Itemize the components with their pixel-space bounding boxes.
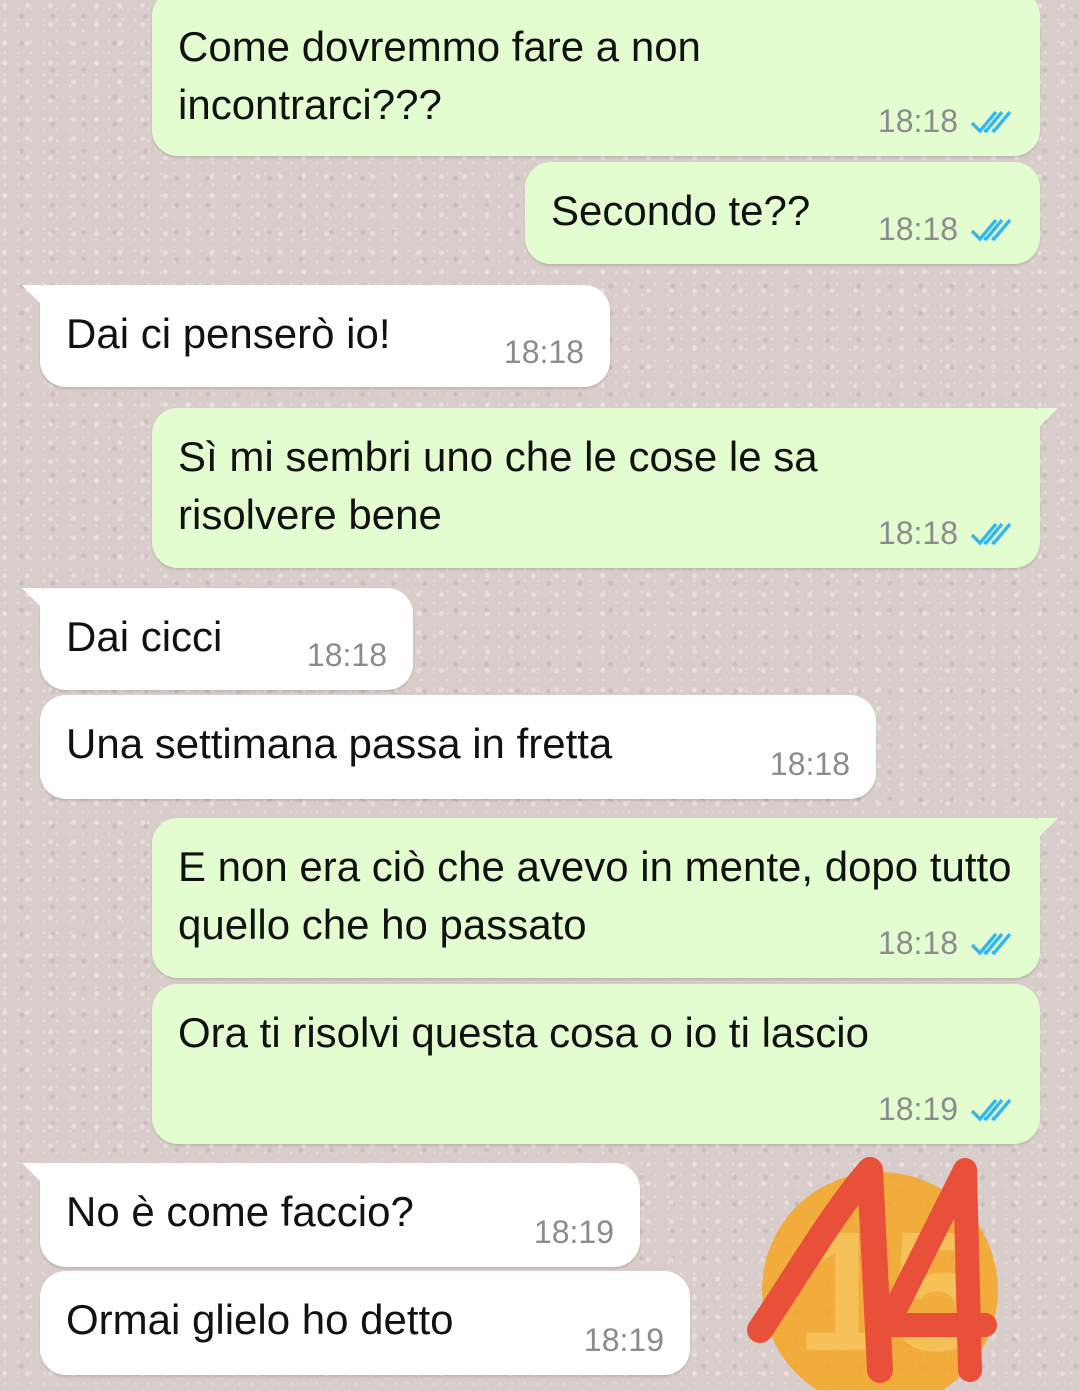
message-meta: 18:18 bbox=[878, 211, 1014, 248]
double-check-icon bbox=[970, 218, 1012, 242]
message-time: 18:19 bbox=[877, 1091, 958, 1127]
message-meta: 18:18 bbox=[307, 637, 387, 674]
message-time: 18:18 bbox=[503, 334, 584, 370]
message-time: 18:18 bbox=[877, 211, 958, 247]
message-time: 18:18 bbox=[877, 925, 958, 961]
message-time: 18:18 bbox=[877, 103, 958, 139]
message-meta: 18:19 bbox=[584, 1322, 664, 1359]
double-check-icon bbox=[970, 1098, 1012, 1122]
message-bubble-incoming[interactable]: Una settimana passa in fretta 18:18 bbox=[40, 695, 876, 799]
message-text: Sì mi sembri uno che le cose le sa risol… bbox=[178, 433, 818, 538]
message-text: No è come faccio? bbox=[66, 1188, 414, 1235]
message-text: Dai cicci bbox=[66, 613, 223, 660]
message-text: Ora ti risolvi questa cosa o io ti lasci… bbox=[178, 1009, 869, 1056]
message-time: 18:18 bbox=[769, 746, 850, 782]
message-bubble-outgoing[interactable]: Secondo te?? 18:18 bbox=[525, 162, 1040, 264]
double-check-icon bbox=[970, 932, 1012, 956]
message-bubble-outgoing[interactable]: Come dovremmo fare a non incontrarci??? … bbox=[152, 0, 1040, 156]
message-meta: 18:19 bbox=[878, 1091, 1014, 1128]
message-meta: 18:18 bbox=[770, 746, 850, 783]
message-bubble-outgoing[interactable]: Ora ti risolvi questa cosa o io ti lasci… bbox=[152, 984, 1040, 1144]
message-time: 18:19 bbox=[583, 1322, 664, 1358]
message-time: 18:19 bbox=[533, 1214, 614, 1250]
message-bubble-outgoing[interactable]: E non era ciò che avevo in mente, dopo t… bbox=[152, 818, 1058, 978]
double-check-icon bbox=[970, 522, 1012, 546]
message-meta: 18:18 bbox=[504, 334, 584, 371]
message-text: Come dovremmo fare a non incontrarci??? bbox=[178, 23, 701, 128]
message-bubble-incoming[interactable]: Dai ci penserò io! 18:18 bbox=[22, 285, 610, 387]
handwritten-number-overlay: 15 bbox=[747, 1157, 998, 1390]
message-bubble-incoming[interactable]: No è come faccio? 18:19 bbox=[22, 1163, 640, 1267]
message-meta: 18:19 bbox=[534, 1214, 614, 1251]
message-meta: 18:18 bbox=[878, 515, 1014, 552]
message-bubble-incoming[interactable]: Dai cicci 18:18 bbox=[22, 588, 413, 690]
message-bubble-outgoing[interactable]: Sì mi sembri uno che le cose le sa risol… bbox=[152, 408, 1058, 568]
message-text: Secondo te?? bbox=[551, 187, 811, 234]
message-meta: 18:18 bbox=[878, 925, 1014, 962]
message-time: 18:18 bbox=[306, 637, 387, 673]
message-text: Dai ci penserò io! bbox=[66, 310, 391, 357]
message-text: Ormai glielo ho detto bbox=[66, 1296, 454, 1343]
message-time: 18:18 bbox=[877, 515, 958, 551]
message-meta: 18:18 bbox=[878, 103, 1014, 140]
message-text: Una settimana passa in fretta bbox=[66, 720, 613, 767]
message-bubble-incoming[interactable]: Ormai glielo ho detto 18:19 bbox=[40, 1271, 690, 1375]
double-check-icon bbox=[970, 110, 1012, 134]
